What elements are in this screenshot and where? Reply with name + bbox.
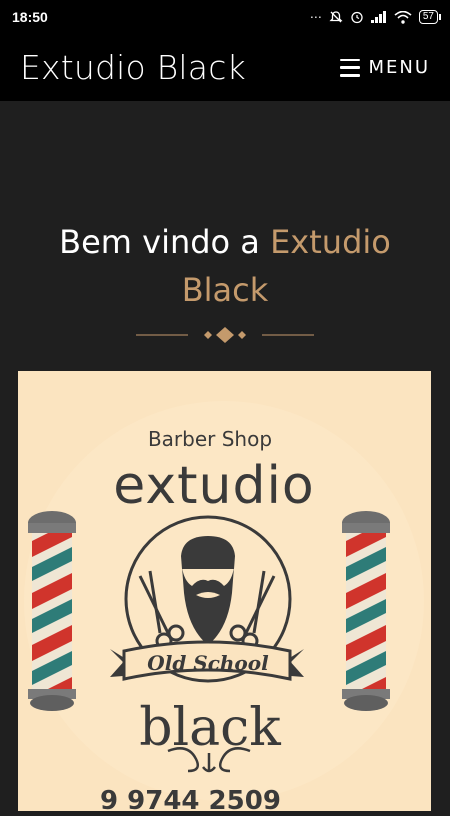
status-icons: ⋯ 57 — [309, 10, 442, 24]
site-header: Extudio Black MENU — [0, 34, 450, 101]
wifi-icon — [394, 10, 412, 24]
logo-word-bottom: black — [139, 698, 281, 758]
signal-icon — [370, 11, 386, 23]
status-bar: 18:50 ⋯ 57 — [0, 0, 450, 34]
welcome-heading: Bem vindo a Extudio Black — [0, 218, 450, 314]
barber-pole-left — [28, 511, 76, 711]
welcome-line-1: Bem vindo a Extudio — [0, 218, 450, 266]
menu-button[interactable]: MENU — [340, 57, 430, 78]
mute-icon: ⋯ — [309, 10, 322, 24]
phone-number-partial[interactable]: 9 9744 2509 — [100, 786, 340, 816]
welcome-line-2: Black — [0, 266, 450, 314]
ornament-divider — [136, 327, 314, 343]
alarm-icon — [351, 11, 363, 24]
ribbon-banner: Old School — [110, 640, 304, 681]
logo-image: Barber Shop extudio Old School black — [18, 371, 431, 811]
barber-pole-right — [342, 511, 390, 711]
status-time: 18:50 — [12, 9, 48, 25]
bell-off-icon — [329, 11, 343, 23]
battery-icon: 57 — [418, 10, 442, 24]
welcome-accent-1: Extudio — [270, 223, 391, 261]
menu-label: MENU — [368, 57, 430, 78]
welcome-accent-2: Black — [181, 271, 269, 309]
site-brand[interactable]: Extudio Black — [20, 48, 246, 87]
ribbon-text: Old School — [147, 651, 269, 675]
welcome-prefix: Bem vindo a — [59, 223, 271, 261]
logo-word-top: extudio — [113, 456, 314, 516]
hamburger-icon — [340, 58, 361, 77]
barber-logo: Barber Shop extudio Old School black — [24, 401, 424, 801]
logo-tagline: Barber Shop — [148, 427, 272, 451]
